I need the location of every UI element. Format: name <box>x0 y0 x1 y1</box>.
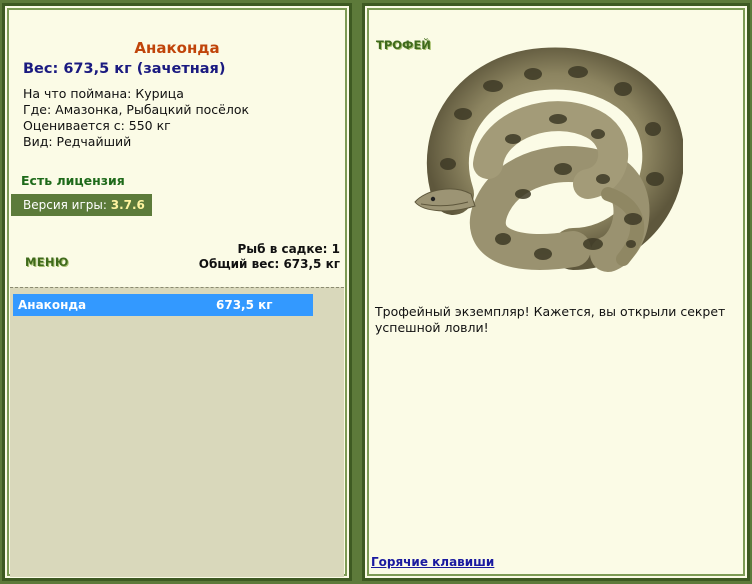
fish-location: Где: Амазонка, Рыбацкий посёлок <box>23 102 250 117</box>
anaconda-image <box>414 47 683 272</box>
list-item-name: Анаконда <box>18 298 87 312</box>
fish-rarity: Вид: Редчайший <box>23 134 132 149</box>
catch-stats: Рыб в садке: 1 Общий вес: 673,5 кг <box>199 242 340 272</box>
license-status: Есть лицензия <box>21 173 125 188</box>
list-item[interactable]: Анаконда 673,5 кг <box>13 294 313 316</box>
fish-weight: Вес: 673,5 кг (зачетная) <box>23 61 226 77</box>
version-number: 3.7.6 <box>110 198 145 212</box>
fish-value: Оценивается с: 550 кг <box>23 118 171 133</box>
fish-info-panel: Анаконда Вес: 673,5 кг (зачетная) На что… <box>2 3 352 581</box>
catch-list: Анаконда 673,5 кг <box>10 287 344 577</box>
list-item-weight: 673,5 кг <box>216 298 273 312</box>
fish-name-title: Анаконда <box>134 39 220 57</box>
fish-bait: На что поймана: Курица <box>23 86 184 101</box>
menu-button[interactable]: МЕНЮ <box>25 255 69 269</box>
hotkeys-link[interactable]: Горячие клавиши <box>371 555 494 569</box>
trophy-panel: ТРОФЕЙ Трофейный экземпляр! Кажется, вы … <box>362 3 750 581</box>
total-weight: Общий вес: 673,5 кг <box>198 257 340 271</box>
game-version-bar: Версия игры: 3.7.6 <box>11 194 152 216</box>
trophy-message: Трофейный экземпляр! Кажется, вы открыли… <box>375 304 726 335</box>
version-label: Версия игры: <box>23 198 107 212</box>
fish-count: Рыб в садке: 1 <box>237 242 341 256</box>
